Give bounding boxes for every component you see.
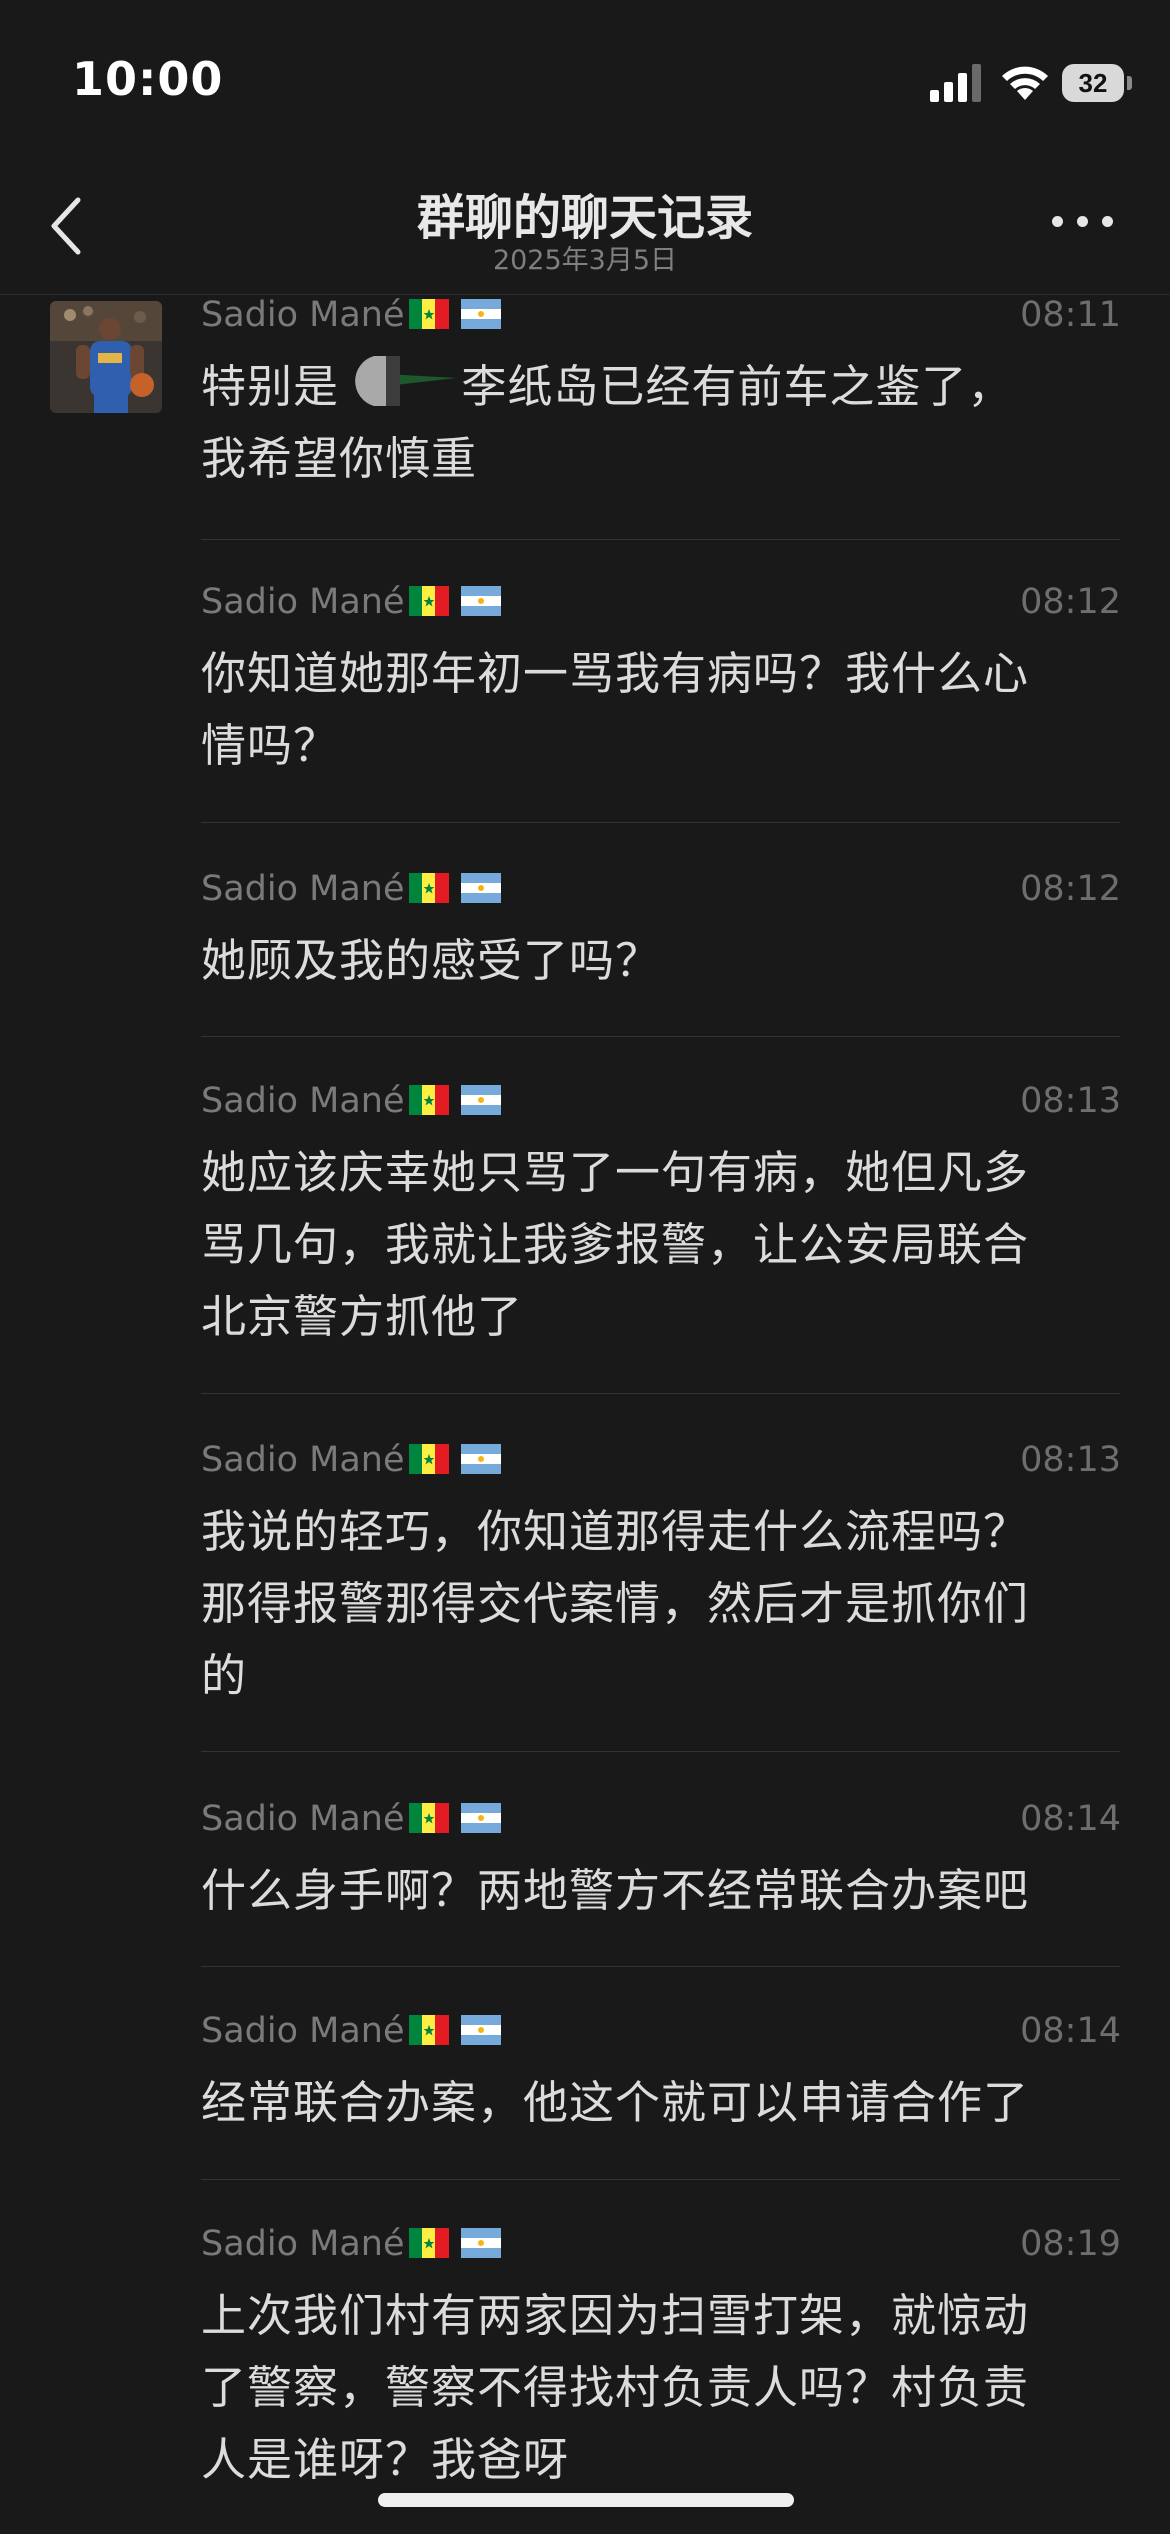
sender-name: Sadio Mané: [201, 295, 405, 335]
message-time: 08:14: [1020, 1799, 1121, 1839]
home-indicator[interactable]: [378, 2493, 794, 2507]
senegal-flag-icon: [409, 1803, 449, 1833]
nav-bar: 群聊的聊天记录 2025年3月5日: [0, 150, 1170, 295]
message-item: Sadio Mané 08:12 她顾及我的感受了吗？: [0, 869, 1170, 1039]
redaction-mark: [355, 356, 456, 406]
battery-level: 32: [1062, 64, 1124, 102]
divider: [201, 822, 1120, 823]
senegal-flag-icon: [409, 1444, 449, 1474]
message-text: 她应该庆幸她只骂了一句有病，她但凡多 骂几句，我就让我爹报警，让公安局联合 北京…: [201, 1146, 1030, 1343]
message-text: 特别是 李纸岛已经有前车之鉴了， 我希望你慎重: [201, 360, 1014, 485]
message-item: Sadio Mané 08:12 你知道她那年初一骂我有病吗？我什么心 情吗？: [0, 582, 1170, 823]
sender-name: Sadio Mané: [201, 2224, 405, 2264]
argentina-flag-icon: [461, 586, 501, 616]
senegal-flag-icon: [409, 873, 449, 903]
message-time: 08:13: [1020, 1440, 1121, 1480]
message-text: 她顾及我的感受了吗？: [201, 934, 662, 987]
message-time: 08:12: [1020, 582, 1121, 622]
message-time: 08:13: [1020, 1081, 1121, 1121]
page-subtitle-date: 2025年3月5日: [492, 245, 678, 276]
message-item: Sadio Mané 08:19 上次我们村有两家因为扫雪打架，就惊动 了警察，…: [0, 2224, 1170, 2524]
wifi-icon: [1002, 66, 1048, 100]
more-dots-icon[interactable]: [1052, 200, 1114, 240]
message-text: 你知道她那年初一骂我有病吗？我什么心 情吗？: [201, 647, 1030, 772]
message-item: Sadio Mané 08:11 特别是 李纸岛已经有前车之鉴了， 我希望你慎重: [0, 295, 1170, 540]
divider: [201, 1393, 1120, 1394]
divider: [201, 1751, 1120, 1752]
sender-name: Sadio Mané: [201, 582, 405, 622]
status-bar: 10:00 32: [0, 0, 1170, 150]
battery-icon: 32: [1062, 64, 1132, 104]
sender-name: Sadio Mané: [201, 2011, 405, 2051]
message-time: 08:12: [1020, 869, 1121, 909]
sender-name: Sadio Mané: [201, 1081, 405, 1121]
divider: [201, 539, 1120, 540]
senegal-flag-icon: [409, 2015, 449, 2045]
message-item: Sadio Mané 08:13 她应该庆幸她只骂了一句有病，她但凡多 骂几句，…: [0, 1081, 1170, 1396]
message-item: Sadio Mané 08:14 经常联合办案，他这个就可以申请合作了: [0, 2011, 1170, 2181]
message-text: 我说的轻巧，你知道那得走什么流程吗？ 那得报警那得交代案情，然后才是抓你们 的: [201, 1505, 1030, 1702]
senegal-flag-icon: [409, 2228, 449, 2258]
message-text: 上次我们村有两家因为扫雪打架，就惊动 了警察，警察不得找村负责人吗？村负责 人是…: [201, 2289, 1030, 2486]
message-item: Sadio Mané 08:13 我说的轻巧，你知道那得走什么流程吗？ 那得报警…: [0, 1440, 1170, 1755]
divider: [201, 1036, 1120, 1037]
argentina-flag-icon: [461, 1803, 501, 1833]
sender-name: Sadio Mané: [201, 1440, 405, 1480]
message-time: 08:11: [1020, 295, 1121, 335]
argentina-flag-icon: [461, 2228, 501, 2258]
argentina-flag-icon: [461, 299, 501, 329]
sender-name: Sadio Mané: [201, 1799, 405, 1839]
argentina-flag-icon: [461, 873, 501, 903]
argentina-flag-icon: [461, 1444, 501, 1474]
senegal-flag-icon: [409, 299, 449, 329]
argentina-flag-icon: [461, 2015, 501, 2045]
avatar[interactable]: [50, 301, 162, 413]
divider: [201, 2179, 1120, 2180]
divider: [201, 1966, 1120, 1967]
signal-icon: [930, 64, 981, 102]
senegal-flag-icon: [409, 1085, 449, 1115]
message-item: Sadio Mané 08:14 什么身手啊？两地警方不经常联合办案吧: [0, 1799, 1170, 1969]
argentina-flag-icon: [461, 1085, 501, 1115]
senegal-flag-icon: [409, 586, 449, 616]
message-text: 经常联合办案，他这个就可以申请合作了: [201, 2076, 1030, 2129]
status-time: 10:00: [72, 52, 224, 106]
message-time: 08:19: [1020, 2224, 1121, 2264]
battery-tip: [1127, 76, 1132, 90]
sender-name: Sadio Mané: [201, 869, 405, 909]
message-text: 什么身手啊？两地警方不经常联合办案吧: [201, 1864, 1030, 1917]
message-time: 08:14: [1020, 2011, 1121, 2051]
